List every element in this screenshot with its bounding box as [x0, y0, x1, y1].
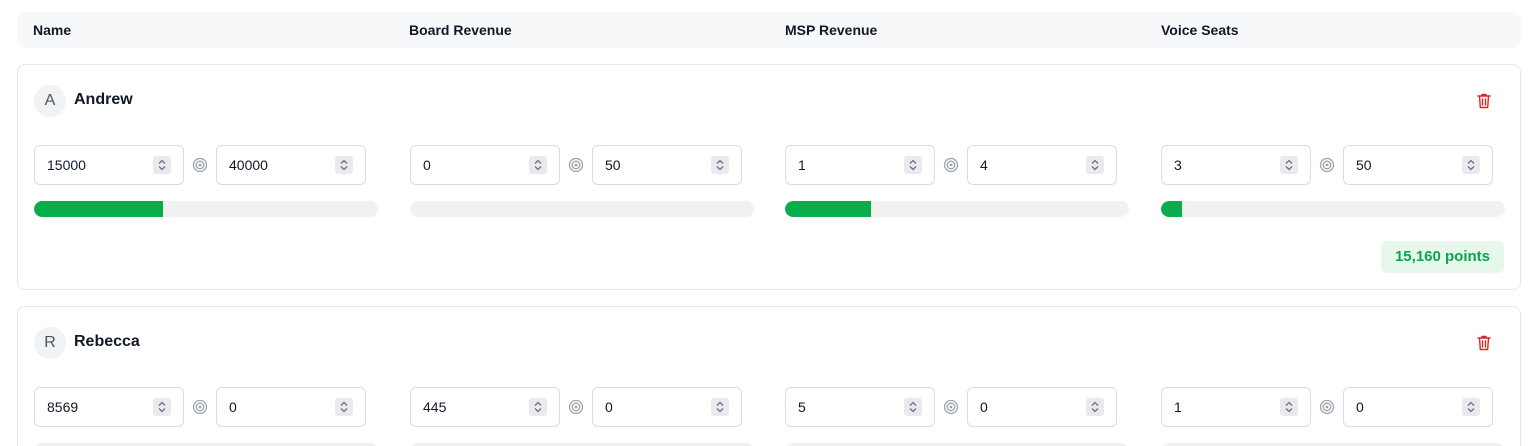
- stepper-icon[interactable]: [529, 398, 547, 416]
- board-revenue-target-field[interactable]: [216, 145, 366, 185]
- metric3-target-input[interactable]: [980, 388, 1080, 426]
- points-badge: 15,160 points: [1381, 241, 1504, 273]
- stepper-icon[interactable]: [711, 156, 729, 174]
- stepper-icon[interactable]: [711, 398, 729, 416]
- person-card: A Andrew 15000 40000 0 50 1 4 3 50 15,16…: [17, 64, 1521, 290]
- msp-revenue-target-input[interactable]: [605, 146, 705, 184]
- board-revenue-actual-field[interactable]: [34, 145, 184, 185]
- stepper-icon[interactable]: [335, 398, 353, 416]
- stepper-icon[interactable]: [1086, 398, 1104, 416]
- msp-revenue-target-field[interactable]: [592, 145, 742, 185]
- metric3-actual-input[interactable]: [798, 146, 898, 184]
- target-icon: [943, 399, 959, 415]
- target-icon: [192, 399, 208, 415]
- msp-revenue-actual-input[interactable]: [423, 388, 523, 426]
- trash-icon[interactable]: [1476, 92, 1492, 110]
- board-revenue-target-field[interactable]: [216, 387, 366, 427]
- metric3-target-field[interactable]: [967, 145, 1117, 185]
- progress-fill: [34, 201, 163, 217]
- stepper-icon[interactable]: [1462, 398, 1480, 416]
- voice-seats-actual-field[interactable]: [1161, 145, 1311, 185]
- voice-seats-actual-input[interactable]: [1174, 388, 1274, 426]
- board-revenue-actual-field[interactable]: [34, 387, 184, 427]
- msp-revenue-target-input[interactable]: [605, 388, 705, 426]
- avatar: R: [34, 327, 66, 359]
- column-header-name: Name: [33, 22, 72, 38]
- msp-revenue-actual-field[interactable]: [410, 387, 560, 427]
- person-card: R Rebecca: [17, 306, 1521, 446]
- target-icon: [943, 157, 959, 173]
- stepper-icon[interactable]: [153, 398, 171, 416]
- avatar: A: [34, 85, 66, 117]
- metric3-actual-field[interactable]: [785, 145, 935, 185]
- voice-seats-target-input[interactable]: [1356, 388, 1456, 426]
- stepper-icon[interactable]: [904, 156, 922, 174]
- person-name: Rebecca: [74, 333, 140, 350]
- table-header: Name Board Revenue MSP Revenue Voice Sea…: [17, 12, 1521, 48]
- msp-revenue-target-field[interactable]: [592, 387, 742, 427]
- msp-revenue-actual-field[interactable]: [410, 145, 560, 185]
- target-icon: [568, 399, 584, 415]
- metric3-progress-bar: [785, 201, 1129, 217]
- stepper-icon[interactable]: [1086, 156, 1104, 174]
- progress-fill: [1161, 201, 1182, 217]
- msp-revenue-actual-input[interactable]: [423, 146, 523, 184]
- msp-revenue-progress-bar: [410, 201, 754, 217]
- voice-seats-target-field[interactable]: [1343, 387, 1493, 427]
- metric3-target-field[interactable]: [967, 387, 1117, 427]
- target-icon: [1319, 157, 1335, 173]
- voice-seats-actual-input[interactable]: [1174, 146, 1274, 184]
- column-header-msp-revenue: MSP Revenue: [785, 22, 878, 38]
- progress-fill: [785, 201, 871, 217]
- person-name: Andrew: [74, 91, 133, 108]
- board-revenue-actual-input[interactable]: [47, 388, 147, 426]
- metric3-actual-input[interactable]: [798, 388, 898, 426]
- target-icon: [568, 157, 584, 173]
- voice-seats-target-field[interactable]: [1343, 145, 1493, 185]
- stepper-icon[interactable]: [904, 398, 922, 416]
- column-header-voice-seats: Voice Seats: [1161, 22, 1239, 38]
- stepper-icon[interactable]: [1462, 156, 1480, 174]
- trash-icon[interactable]: [1476, 334, 1492, 352]
- metric3-target-input[interactable]: [980, 146, 1080, 184]
- voice-seats-progress-bar: [1161, 201, 1505, 217]
- column-header-board-revenue: Board Revenue: [409, 22, 512, 38]
- target-icon: [192, 157, 208, 173]
- metric3-actual-field[interactable]: [785, 387, 935, 427]
- board-revenue-progress-bar: [34, 201, 378, 217]
- voice-seats-actual-field[interactable]: [1161, 387, 1311, 427]
- board-revenue-target-input[interactable]: [229, 146, 329, 184]
- target-icon: [1319, 399, 1335, 415]
- stepper-icon[interactable]: [335, 156, 353, 174]
- board-revenue-actual-input[interactable]: [47, 146, 147, 184]
- stepper-icon[interactable]: [1280, 156, 1298, 174]
- board-revenue-target-input[interactable]: [229, 388, 329, 426]
- stepper-icon[interactable]: [153, 156, 171, 174]
- stepper-icon[interactable]: [1280, 398, 1298, 416]
- stepper-icon[interactable]: [529, 156, 547, 174]
- voice-seats-target-input[interactable]: [1356, 146, 1456, 184]
